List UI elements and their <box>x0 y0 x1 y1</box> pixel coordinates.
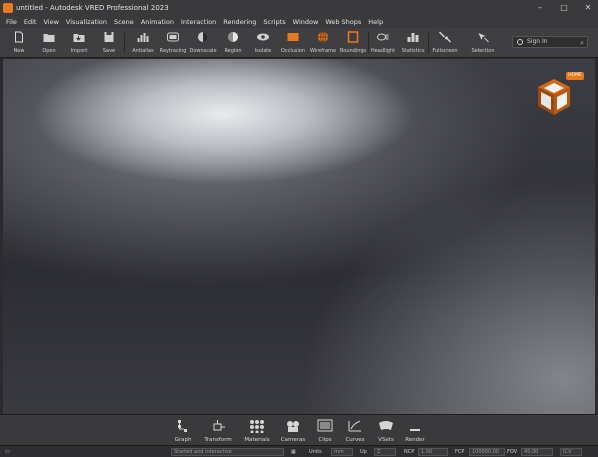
grid-icon: ▦ <box>291 449 296 455</box>
downscale-button[interactable]: Downscale <box>189 29 217 57</box>
open-button[interactable]: Open <box>36 29 62 57</box>
menu-visualization[interactable]: Visualization <box>66 18 107 26</box>
module-clips-button[interactable]: Clips <box>308 417 342 445</box>
materials-icon <box>250 420 264 433</box>
menu-web-shops[interactable]: Web Shops <box>325 18 361 26</box>
clips-icon <box>317 419 333 432</box>
module-transform-button[interactable]: Transform <box>201 417 235 445</box>
isolate-button[interactable]: Isolate <box>250 29 276 57</box>
window-controls: – □ ✕ <box>534 2 594 13</box>
selection-icon <box>478 33 489 43</box>
fullscreen-button[interactable]: Fullscreen <box>432 29 458 57</box>
close-button[interactable]: ✕ <box>582 2 594 13</box>
up-label: Up <box>360 449 367 455</box>
toolbar-separator <box>124 33 125 53</box>
boundings-button[interactable]: Boundings <box>340 29 366 57</box>
headlight-button[interactable]: Headlight <box>370 29 396 57</box>
module-cameras-button[interactable]: Cameras <box>276 417 310 445</box>
title-bar: untitled - Autodesk VRED Professional 20… <box>0 0 598 16</box>
module-bar: Graph Transform Materials Cameras Clips … <box>0 414 598 445</box>
command-input[interactable]: Started and interactive <box>171 448 284 456</box>
occlusion-icon <box>287 33 299 41</box>
menu-bar: File Edit View Visualization Scene Anima… <box>0 16 598 28</box>
sign-in-field[interactable]: Sign In ⌕ <box>512 36 588 48</box>
menu-animation[interactable]: Animation <box>141 18 174 26</box>
menu-rendering[interactable]: Rendering <box>223 18 256 26</box>
new-file-icon <box>15 31 23 43</box>
vred-app-icon <box>3 3 13 13</box>
ncp-field[interactable]: 1.00 <box>418 448 448 456</box>
region-button[interactable]: Region <box>220 29 246 57</box>
selection-button[interactable]: Selection <box>470 29 496 57</box>
statistics-icon <box>407 33 419 42</box>
menu-view[interactable]: View <box>43 18 58 26</box>
new-button[interactable]: New <box>6 29 32 57</box>
raytracing-icon <box>167 32 179 42</box>
terminal-icon: ▭ <box>5 449 10 455</box>
menu-help[interactable]: Help <box>368 18 383 26</box>
save-button[interactable]: Save <box>96 29 122 57</box>
menu-file[interactable]: File <box>6 18 17 26</box>
fullscreen-icon <box>438 31 452 43</box>
boundings-icon <box>347 31 359 43</box>
region-icon <box>228 32 238 42</box>
menu-scene[interactable]: Scene <box>114 18 134 26</box>
menu-scripts[interactable]: Scripts <box>263 18 285 26</box>
module-render-button[interactable]: Render <box>398 417 432 445</box>
menu-window[interactable]: Window <box>293 18 319 26</box>
sign-in-label: Sign In <box>527 38 548 45</box>
save-icon <box>104 32 114 42</box>
wireframe-button[interactable]: Wireframe <box>310 29 336 57</box>
ncp-label: NCP <box>404 449 415 455</box>
import-button[interactable]: Import <box>66 29 92 57</box>
home-button[interactable]: HOME <box>566 72 584 80</box>
units-label: Units <box>309 449 322 455</box>
vsets-icon <box>379 421 393 430</box>
maximize-button[interactable]: □ <box>558 2 570 13</box>
menu-edit[interactable]: Edit <box>24 18 37 26</box>
fov-field[interactable]: 45.00 <box>521 448 553 456</box>
curves-icon <box>348 420 361 432</box>
icv-button[interactable]: ICV <box>560 448 582 456</box>
module-materials-button[interactable]: Materials <box>240 417 274 445</box>
cameras-icon <box>287 421 299 432</box>
folder-open-icon <box>43 34 55 42</box>
module-graph-button[interactable]: Graph <box>166 417 200 445</box>
menu-interaction[interactable]: Interaction <box>181 18 216 26</box>
graph-icon <box>178 420 187 432</box>
minimize-button[interactable]: – <box>534 2 546 13</box>
fov-label: FOV <box>507 449 518 455</box>
window-title: untitled - Autodesk VRED Professional 20… <box>16 4 169 12</box>
units-select[interactable]: mm <box>331 448 353 456</box>
statistics-button[interactable]: Statistics <box>400 29 426 57</box>
antialias-button[interactable]: Antialias <box>130 29 156 57</box>
status-bar: ▭ Started and interactive ▦ Units mm Up … <box>0 445 598 457</box>
render-icon <box>410 429 420 431</box>
occlusion-button[interactable]: Occlusion <box>280 29 306 57</box>
main-toolbar: New Open Import Save Antialias Raytracin… <box>0 28 598 58</box>
up-axis-select[interactable]: Z <box>374 448 396 456</box>
navigation-cube[interactable] <box>535 77 573 117</box>
search-icon: ⌕ <box>580 39 584 47</box>
headlight-icon <box>377 33 389 41</box>
wireframe-icon <box>318 31 328 43</box>
module-curves-button[interactable]: Curves <box>338 417 372 445</box>
fcp-label: FCP <box>455 449 465 455</box>
antialias-icon <box>137 33 149 42</box>
downscale-icon <box>198 32 208 42</box>
raytracing-button[interactable]: Raytracing <box>160 29 186 57</box>
isolate-icon <box>257 33 269 41</box>
transform-icon <box>213 420 225 431</box>
fcp-field[interactable]: 100000.00 <box>469 448 505 456</box>
user-icon <box>517 39 523 45</box>
import-icon <box>73 34 85 42</box>
render-viewport[interactable] <box>3 59 595 414</box>
